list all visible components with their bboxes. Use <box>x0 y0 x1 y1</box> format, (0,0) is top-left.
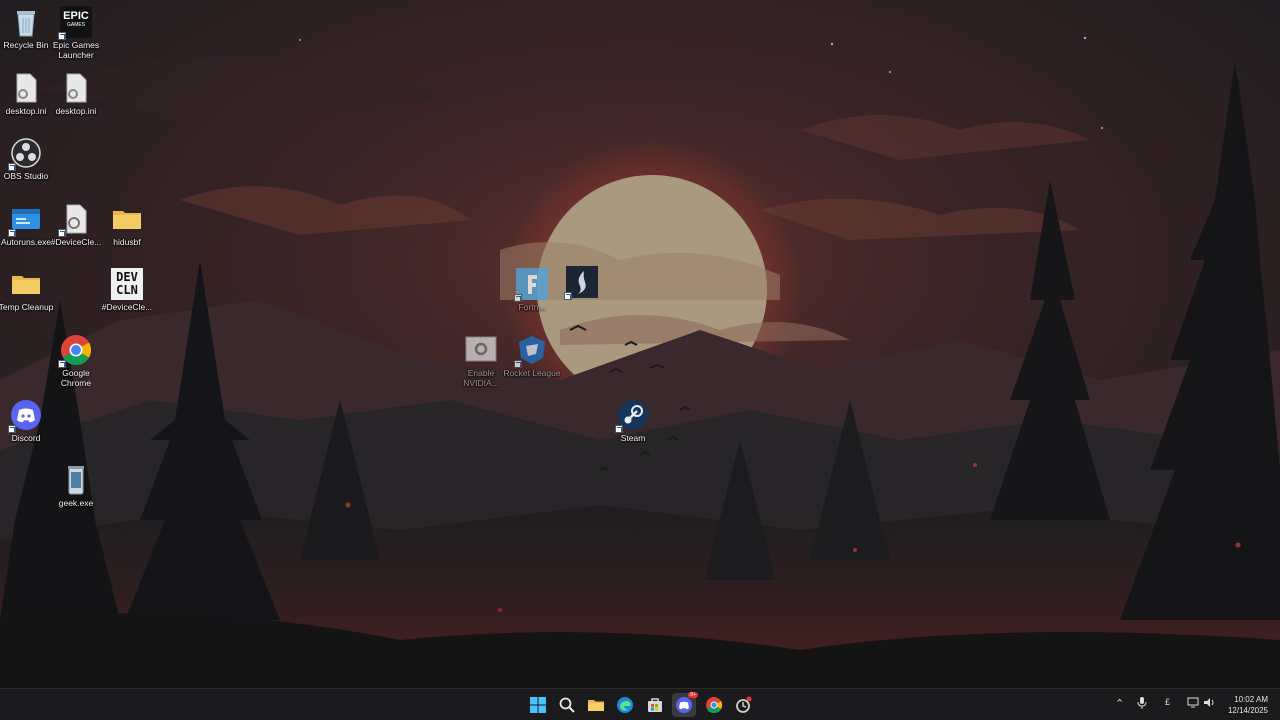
settings-file-icon <box>465 334 497 366</box>
taskbar: 9+ ⌃ £ 10:02 AM 12/14/2025 <box>0 688 1280 720</box>
desktop-ini-file-2[interactable]: desktop.ini <box>50 68 102 130</box>
geek-uninstaller-icon <box>60 464 92 496</box>
geek-exe-label: geek.exe <box>58 498 94 508</box>
devicecleanup-label-1: #DeviceCle... <box>50 237 102 247</box>
steam-icon[interactable]: Steam <box>607 395 659 457</box>
clock-time: 10:02 AM <box>1234 695 1268 704</box>
store-bag-icon <box>648 698 662 712</box>
edge-button[interactable] <box>613 693 637 717</box>
discord-notification-badge: 9+ <box>688 692 698 698</box>
shortcut-arrow-icon <box>514 294 522 302</box>
shortcut-arrow-icon <box>8 163 16 171</box>
search-icon <box>559 697 575 713</box>
clock[interactable]: 10:02 AM 12/14/2025 <box>1228 694 1268 716</box>
devcln-logo-icon: DEV CLN <box>111 268 143 300</box>
rocket-league-logo-icon <box>514 334 548 368</box>
game-shortcut-icon[interactable] <box>556 262 608 324</box>
dark-game-logo-icon <box>564 266 598 300</box>
obs-logo-icon <box>8 137 42 171</box>
clock-date: 12/14/2025 <box>1227 706 1268 715</box>
fortnite-icon[interactable]: Fortn... <box>506 264 558 326</box>
microsoft-store-button[interactable] <box>643 693 667 717</box>
desktop-ini-label-2: desktop.ini <box>55 106 97 116</box>
epic-games-glyph-icon: EPIC GAMES <box>58 6 92 40</box>
steam-label: Steam <box>620 433 646 443</box>
devicecleanup-file-1[interactable]: #DeviceCle... <box>50 199 102 261</box>
folder-icon <box>588 700 604 711</box>
autoruns-icon[interactable]: Autoruns.exe <box>0 199 52 261</box>
settings-file-icon <box>10 72 42 104</box>
settings-file-icon <box>58 203 92 237</box>
edge-icon <box>617 697 633 713</box>
enable-nvidia-icon[interactable]: Enable NVIDIA... <box>455 330 507 392</box>
epic-logo-text: EPIC <box>63 10 89 22</box>
shortcut-arrow-icon <box>8 229 16 237</box>
epic-games-launcher-icon[interactable]: EPIC GAMES Epic Games Launcher <box>50 2 102 64</box>
enable-nvidia-label: Enable NVIDIA... <box>463 368 499 388</box>
shortcut-arrow-icon <box>58 360 66 368</box>
obs-studio-icon[interactable]: OBS Studio <box>0 133 52 195</box>
shortcut-arrow-icon <box>514 360 522 368</box>
devicecleanup-app-2[interactable]: DEV CLN #DeviceCle... <box>101 264 153 326</box>
temp-cleanup-label: Temp Cleanup <box>0 302 54 312</box>
search-button[interactable] <box>555 693 579 717</box>
fortnite-logo-icon <box>514 268 548 302</box>
shortcut-arrow-icon <box>564 292 572 300</box>
start-button[interactable] <box>526 693 550 717</box>
recycle-bin-icon[interactable]: Recycle Bin <box>0 2 52 64</box>
devicecleanup-label-2: #DeviceCle... <box>101 302 153 312</box>
shortcut-arrow-icon <box>615 425 623 433</box>
refresh-icon <box>736 696 752 713</box>
chrome-icon <box>706 697 723 714</box>
discord-icon <box>676 697 692 713</box>
rocket-league-icon[interactable]: Rocket League <box>503 330 561 392</box>
microphone-icon[interactable] <box>1137 697 1147 712</box>
temp-cleanup-folder[interactable]: Temp Cleanup <box>0 264 54 326</box>
epic-logo-subtext: GAMES <box>66 22 86 28</box>
updater-taskbar-button[interactable] <box>731 693 755 717</box>
language-indicator[interactable]: £ <box>1165 697 1170 707</box>
fortnite-label: Fortn... <box>518 302 546 312</box>
shortcut-arrow-icon <box>8 425 16 433</box>
folder-icon <box>111 203 143 235</box>
windows-logo-icon <box>530 697 546 713</box>
desktop-wallpaper <box>0 0 1280 688</box>
recycle-bin-glyph-icon <box>10 6 42 38</box>
geek-exe-icon[interactable]: geek.exe <box>50 460 102 522</box>
discord-label: Discord <box>11 433 41 443</box>
discord-logo-icon <box>8 399 42 433</box>
settings-file-icon <box>60 72 92 104</box>
volume-icon[interactable] <box>1203 697 1216 711</box>
obs-studio-label: OBS Studio <box>3 171 49 181</box>
epic-games-label: Epic Games Launcher <box>52 40 100 60</box>
shortcut-arrow-icon <box>58 32 66 40</box>
network-icon[interactable] <box>1187 697 1199 711</box>
show-hidden-icons-chevron-icon[interactable]: ⌃ <box>1115 697 1124 710</box>
chrome-taskbar-button[interactable] <box>702 693 726 717</box>
discord-taskbar-button[interactable]: 9+ <box>672 692 698 717</box>
shortcut-arrow-icon <box>58 229 66 237</box>
discord-icon[interactable]: Discord <box>0 395 52 457</box>
steam-logo-icon <box>615 399 649 433</box>
devcln-logo-text: DEV CLN <box>116 270 138 297</box>
google-chrome-icon[interactable]: Google Chrome <box>50 330 102 392</box>
desktop-ini-file-1[interactable]: desktop.ini <box>0 68 52 130</box>
file-explorer-button[interactable] <box>584 693 608 717</box>
hidusbf-label: hidusbf <box>113 237 141 247</box>
google-chrome-label: Google Chrome <box>60 368 92 388</box>
autoruns-window-icon <box>8 203 42 237</box>
chrome-logo-icon <box>58 334 92 368</box>
rocket-league-label: Rocket League <box>503 368 561 378</box>
folder-icon <box>10 268 42 300</box>
hidusbf-folder[interactable]: hidusbf <box>101 199 153 261</box>
